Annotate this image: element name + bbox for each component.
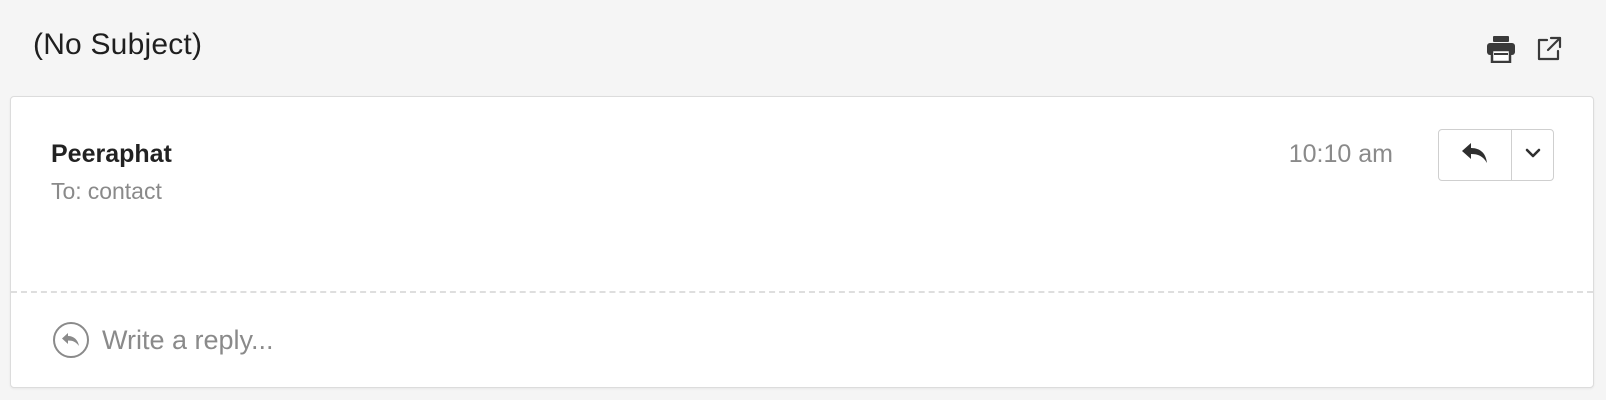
recipient-line: To: contact [51, 178, 162, 205]
reply-button-group [1438, 129, 1554, 181]
message-card: Peeraphat To: contact 10:10 am Write a r… [10, 96, 1594, 388]
open-external-button[interactable] [1532, 34, 1566, 68]
reply-arrow-icon [1460, 141, 1490, 170]
header-actions [1484, 34, 1566, 68]
open-external-icon [1535, 35, 1563, 68]
reply-circle-icon [52, 321, 90, 359]
reply-input-placeholder[interactable]: Write a reply... [102, 325, 274, 356]
conversation-header: (No Subject) [0, 0, 1606, 96]
more-actions-button[interactable] [1512, 130, 1553, 180]
reply-box[interactable]: Write a reply... [11, 293, 1593, 387]
reply-button[interactable] [1439, 130, 1512, 180]
print-button[interactable] [1484, 34, 1518, 68]
chevron-down-icon [1525, 146, 1541, 164]
message-time: 10:10 am [1288, 140, 1393, 168]
sender-name[interactable]: Peeraphat [51, 140, 172, 169]
print-icon [1486, 35, 1516, 68]
subject-title: (No Subject) [33, 28, 203, 61]
to-label: To: [51, 178, 82, 204]
recipient-name: contact [87, 178, 162, 204]
